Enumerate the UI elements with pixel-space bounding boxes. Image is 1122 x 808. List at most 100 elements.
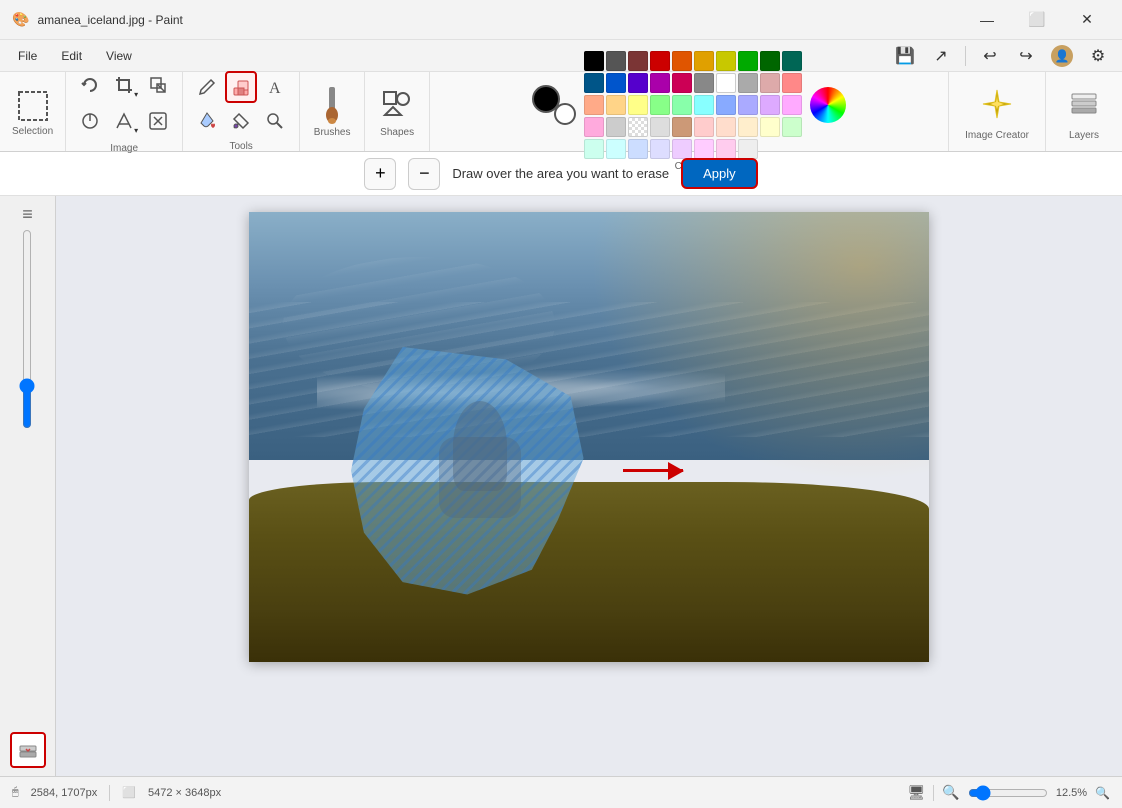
ribbon-section-brushes: Brushes [300,72,365,151]
color-swatch[interactable] [716,73,736,93]
selection-icon[interactable] [13,86,53,126]
color-swatch[interactable] [672,139,692,159]
color-swatch[interactable] [606,51,626,71]
color-swatch[interactable] [716,95,736,115]
color-swatch[interactable] [716,139,736,159]
settings-button[interactable]: ⚙ [1082,42,1114,70]
ribbon-section-layers: Layers [1046,72,1122,151]
brush-size-slider[interactable] [23,229,31,429]
color-swatch[interactable] [760,95,780,115]
color-swatch[interactable] [650,95,670,115]
menu-edit[interactable]: Edit [51,45,92,67]
color-swatch[interactable] [650,117,670,137]
brushes-label: Brushes [314,127,351,138]
color-swatch[interactable] [760,73,780,93]
color-swatch[interactable] [628,95,648,115]
eraser-button[interactable] [225,71,257,103]
close-button[interactable]: ✕ [1064,4,1110,36]
layer-toggle-button[interactable] [10,732,46,768]
crop-button[interactable] [108,69,140,101]
color-swatch[interactable] [584,117,604,137]
color-swatch[interactable] [606,95,626,115]
rotate-button[interactable] [74,69,106,101]
color-swatch[interactable] [694,139,714,159]
image-creator-button[interactable] [975,82,1019,126]
adjust-button[interactable] [74,105,106,137]
color-swatch[interactable] [782,117,802,137]
paint-canvas[interactable] [249,212,929,662]
account-button[interactable]: 👤 [1046,42,1078,70]
statusbar: 🖱 2584, 1707px ⬜ 5472 × 3648px 🖥 🔍 12.5%… [0,776,1122,808]
color-swatch[interactable] [606,139,626,159]
color-swatch[interactable] [694,51,714,71]
bg-remove-button[interactable] [142,105,174,137]
left-sidebar: ≡ [0,196,56,776]
person-silhouette-body [439,437,521,518]
resize-button[interactable] [142,69,174,101]
color-swatch[interactable] [738,73,758,93]
minimize-button[interactable]: — [964,4,1010,36]
undo-button[interactable]: ↩ [974,42,1006,70]
color-swatch[interactable] [628,139,648,159]
color-swatch[interactable] [672,95,692,115]
slider-container: ≡ [22,204,33,724]
color-swatch[interactable] [584,73,604,93]
secondary-color-swatch[interactable] [554,103,576,125]
color-swatch[interactable] [760,51,780,71]
layers-button[interactable] [1062,82,1106,126]
maximize-button[interactable]: ⬜ [1014,4,1060,36]
color-swatch[interactable] [694,73,714,93]
color-swatch[interactable] [672,51,692,71]
redo-button[interactable]: ↪ [1010,42,1042,70]
color-swatch[interactable] [694,95,714,115]
color-swatch[interactable] [628,73,648,93]
color-swatch[interactable] [738,139,758,159]
save-button[interactable]: 💾 [889,42,921,70]
zoom-out-status-icon[interactable]: 🔍 [942,784,959,801]
color-swatch[interactable] [584,95,604,115]
color-swatch[interactable] [716,117,736,137]
menu-file[interactable]: File [8,45,47,67]
color-swatch[interactable] [672,117,692,137]
color-swatch[interactable] [760,117,780,137]
share-button[interactable]: ↗ [925,42,957,70]
color-picker-wheel[interactable] [810,87,846,123]
color-swatch[interactable] [716,51,736,71]
brush-icon-button[interactable] [312,85,352,125]
effects-button[interactable] [108,105,140,137]
apply-button[interactable]: Apply [681,158,758,189]
zoom-out-button[interactable]: − [408,158,440,190]
color-swatch[interactable] [606,117,626,137]
color-swatch[interactable] [782,73,802,93]
text-button[interactable]: A [259,71,291,103]
shapes-icon-button[interactable] [377,85,417,125]
color-swatch[interactable] [782,95,802,115]
display-icon[interactable]: 🖥 [908,784,926,801]
color-swatch[interactable] [738,95,758,115]
color-swatch[interactable] [584,51,604,71]
color-swatch[interactable] [650,139,670,159]
color-swatch[interactable] [782,51,802,71]
canvas-area[interactable] [56,196,1122,776]
color-swatch[interactable] [650,51,670,71]
ribbon-section-tools: A Tools [183,72,300,151]
magnify-button[interactable] [259,105,291,137]
zoom-in-button[interactable]: + [364,158,396,190]
pencil-button[interactable] [191,71,223,103]
zoom-in-status-icon[interactable]: 🔍 [1095,786,1110,800]
color-swatch[interactable] [694,117,714,137]
fill-button[interactable] [191,105,223,137]
color-swatch[interactable] [650,73,670,93]
zoom-level-text: 12.5% [1056,787,1087,799]
color-picker-button[interactable] [225,105,257,137]
menu-view[interactable]: View [96,45,142,67]
color-swatch[interactable] [628,51,648,71]
zoom-slider[interactable] [968,785,1048,801]
color-swatch[interactable] [672,73,692,93]
color-swatch[interactable] [584,139,604,159]
color-swatch[interactable] [738,117,758,137]
color-swatch[interactable] [606,73,626,93]
color-swatch[interactable] [628,117,648,137]
selection-dimensions-icon: ⬜ [122,786,136,799]
color-swatch[interactable] [738,51,758,71]
